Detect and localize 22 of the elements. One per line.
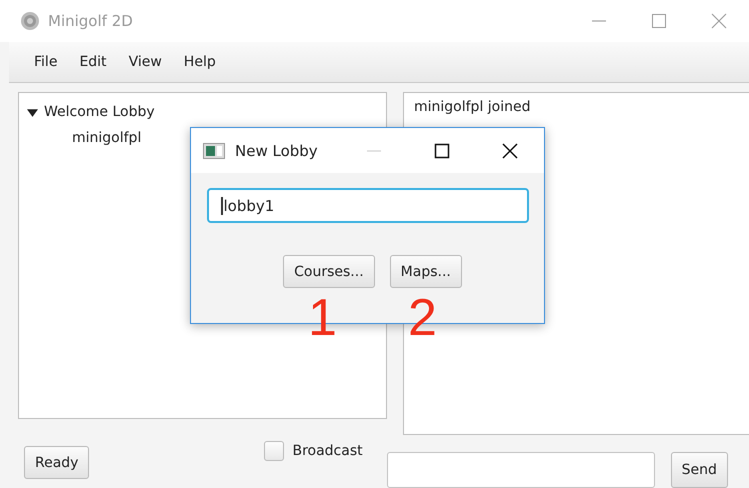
collapse-icon[interactable] <box>27 106 38 118</box>
menu-item[interactable]: File <box>23 54 68 70</box>
ready-button[interactable]: Ready <box>24 446 90 479</box>
dialog-button[interactable]: Maps... <box>390 255 462 288</box>
message-field[interactable] <box>386 452 655 488</box>
close-icon[interactable] <box>502 142 518 158</box>
chat-message: minigolfpl joined <box>414 99 532 115</box>
tree-item[interactable]: Welcome Lobby <box>44 104 155 120</box>
lobby-name-field[interactable]: lobby1 <box>207 188 529 223</box>
broadcast-checkbox[interactable] <box>264 441 284 461</box>
dialog-button[interactable]: Courses... <box>283 255 375 288</box>
window-icon <box>203 142 225 158</box>
menu-item[interactable]: Edit <box>68 54 118 70</box>
dialog-title: New Lobby <box>235 142 319 160</box>
app-icon <box>20 11 40 31</box>
maximize-icon[interactable] <box>434 142 450 158</box>
menu-item[interactable]: Help <box>172 54 227 70</box>
window-title: Minigolf 2D <box>48 12 134 30</box>
checkbox-label: Broadcast <box>292 443 363 459</box>
tree-item[interactable]: minigolfpl <box>72 130 142 146</box>
menu-item[interactable]: View <box>118 54 173 70</box>
send-button[interactable]: Send <box>670 452 728 488</box>
